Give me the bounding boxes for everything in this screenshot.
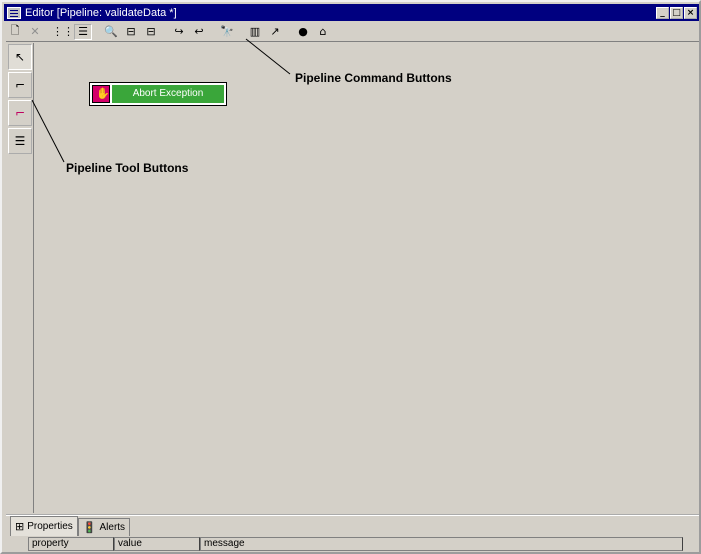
properties-grid-header: property value message: [28, 537, 699, 551]
properties-icon: ⊞: [15, 520, 25, 533]
exit-icon: [92, 85, 110, 103]
home-icon[interactable]: ⌂: [314, 24, 332, 40]
grid-icon[interactable]: ⋮⋮: [52, 24, 74, 40]
window-controls: _ □ ×: [656, 6, 697, 19]
tab-alerts[interactable]: 🚦 Alerts: [77, 518, 131, 536]
zoom-icon[interactable]: 🔍: [102, 24, 120, 40]
maximize-button[interactable]: □: [670, 6, 683, 19]
editor-icon: [7, 6, 21, 19]
bottom-panel: ⊞ Properties 🚦 Alerts property value mes…: [6, 514, 699, 554]
column-header-property[interactable]: property: [28, 537, 114, 551]
command-buttons-annotation: Pipeline Command Buttons: [295, 71, 452, 85]
step-label: Abort Exception: [112, 85, 224, 103]
pipeline-tool-bar: ↖ ⌐ ⌐ ☰: [8, 43, 34, 513]
traffic-light-icon: 🚦: [82, 521, 97, 534]
run-icon[interactable]: ●: [294, 24, 312, 40]
align-left-icon[interactable]: ⊟: [122, 24, 140, 40]
panel-icon[interactable]: ▥: [246, 24, 264, 40]
tab-label: Alerts: [99, 522, 126, 533]
close-button[interactable]: ×: [684, 6, 697, 19]
column-header-message[interactable]: message: [200, 537, 683, 551]
bottom-tabs: ⊞ Properties 🚦 Alerts: [6, 516, 699, 536]
tab-label: Properties: [27, 521, 73, 532]
branch-tool-icon[interactable]: ⌐: [8, 100, 32, 126]
window-title: Editor [Pipeline: validateData *]: [25, 6, 177, 19]
link-tool-icon[interactable]: ⌐: [8, 72, 32, 98]
find-icon[interactable]: 🔭: [218, 24, 236, 40]
pipeline-command-toolbar: 🗋 ✕ ⋮⋮ ☰ 🔍 ⊟ ⊟ ↪ ↩ 🔭 ▥ ↗ ● ⌂: [6, 22, 699, 42]
tree-icon[interactable]: ☰: [74, 23, 92, 40]
pipeline-canvas[interactable]: Abort Exception: [36, 43, 699, 513]
pipeline-step-abort-exception[interactable]: Abort Exception: [89, 82, 227, 106]
step-out-icon[interactable]: ↩: [190, 24, 208, 40]
editor-window: Editor [Pipeline: validateData *] _ □ × …: [0, 0, 701, 554]
export-icon[interactable]: ↗: [266, 24, 284, 40]
new-icon[interactable]: 🗋: [6, 24, 24, 40]
step-in-icon[interactable]: ↪: [170, 24, 188, 40]
list-tool-icon[interactable]: ☰: [8, 128, 32, 154]
minimize-button[interactable]: _: [656, 6, 669, 19]
select-tool-icon[interactable]: ↖: [8, 44, 32, 70]
tab-properties[interactable]: ⊞ Properties: [10, 516, 78, 536]
delete-icon[interactable]: ✕: [26, 24, 44, 40]
column-header-value[interactable]: value: [114, 537, 200, 551]
align-right-icon[interactable]: ⊟: [142, 24, 160, 40]
title-bar[interactable]: Editor [Pipeline: validateData *] _ □ ×: [4, 4, 699, 21]
tool-buttons-annotation: Pipeline Tool Buttons: [66, 161, 189, 175]
